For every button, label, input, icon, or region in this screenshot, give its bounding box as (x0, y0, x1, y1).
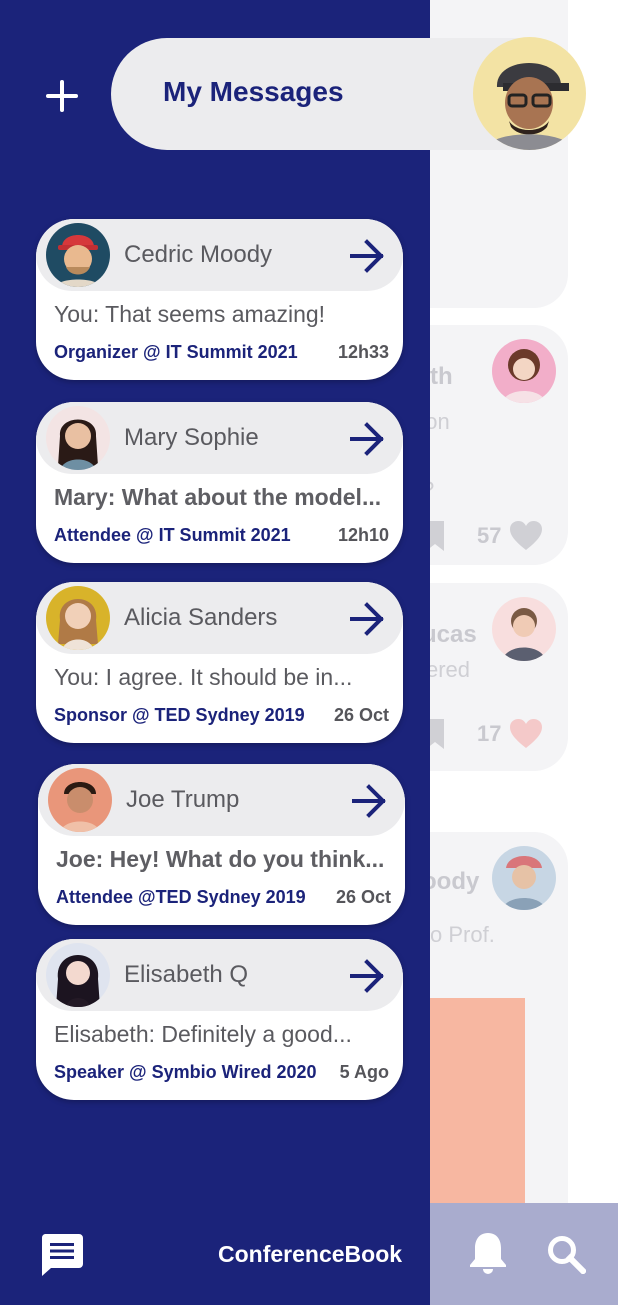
message-time: 26 Oct (333, 705, 389, 725)
message-time: 26 Oct (335, 887, 391, 907)
feed-author-avatar (492, 846, 556, 910)
message-time: 12h33 (337, 342, 389, 362)
plus-icon[interactable] (42, 76, 82, 116)
avatar (46, 223, 110, 287)
conversation-card[interactable]: Cedric Moody You: That seems amazing! Or… (36, 219, 403, 380)
message-time: 12h10 (337, 525, 389, 545)
contact-role: Sponsor @ TED Sydney 2019 (54, 705, 305, 725)
search-icon[interactable] (546, 1234, 586, 1274)
arrow-right-icon[interactable] (348, 420, 386, 458)
like-count: 17 (477, 721, 502, 746)
feed-author-avatar (492, 339, 556, 403)
bell-icon[interactable] (468, 1231, 508, 1275)
conversation-card[interactable]: Joe Trump Joe: Hey! What do you think...… (38, 764, 405, 925)
conversation-card[interactable]: Alicia Sanders You: I agree. It should b… (36, 582, 403, 743)
contact-role: Organizer @ IT Summit 2021 (54, 342, 298, 362)
arrow-right-icon[interactable] (348, 237, 386, 275)
avatar (46, 406, 110, 470)
feed-author-role: o Prof. (430, 922, 495, 947)
contact-role: Speaker @ Symbio Wired 2020 (54, 1062, 317, 1082)
conversation-card[interactable]: Mary Sophie Mary: What about the model..… (36, 402, 403, 563)
messages-drawer: Cedric Moody You: That seems amazing! Or… (0, 0, 430, 1305)
message-time: 5 Ago (339, 1062, 389, 1082)
feed-author-name: oody (422, 868, 480, 895)
arrow-right-icon[interactable] (348, 957, 386, 995)
conversation-card[interactable]: Elisabeth Q Elisabeth: Definitely a good… (36, 939, 403, 1100)
contact-role: Attendee @ IT Summit 2021 (54, 525, 291, 545)
feed-post-image[interactable] (430, 998, 525, 1208)
contact-name: Elisabeth Q (124, 961, 249, 988)
avatar (46, 586, 110, 650)
heart-icon[interactable] (510, 521, 542, 551)
last-message: You: That seems amazing! (54, 301, 326, 327)
contact-name: Mary Sophie (124, 424, 259, 451)
contact-name: Cedric Moody (124, 241, 273, 268)
arrow-right-icon[interactable] (350, 782, 388, 820)
last-message: You: I agree. It should be in... (54, 664, 353, 690)
page-title: My Messages (163, 76, 344, 107)
last-message: Elisabeth: Definitely a good... (54, 1021, 352, 1047)
feed-author-role: ered (426, 657, 471, 682)
contact-name: Joe Trump (126, 786, 240, 813)
contact-role: Attendee @TED Sydney 2019 (56, 887, 306, 907)
avatar (46, 943, 110, 1007)
arrow-right-icon[interactable] (348, 600, 386, 638)
bottom-nav-right (430, 1203, 618, 1305)
avatar (48, 768, 112, 832)
last-message: Mary: What about the model... (54, 484, 382, 510)
like-count: 57 (477, 523, 502, 548)
last-message: Joe: Hey! What do you think... (56, 846, 385, 872)
feed-author-name: ucas (422, 621, 477, 648)
contact-name: Alicia Sanders (124, 604, 278, 631)
brand-name: ConferenceBook (218, 1241, 403, 1267)
heart-icon[interactable] (510, 719, 542, 749)
feed-author-avatar (492, 597, 556, 661)
chat-icon[interactable] (41, 1234, 83, 1276)
user-avatar[interactable] (473, 37, 586, 150)
